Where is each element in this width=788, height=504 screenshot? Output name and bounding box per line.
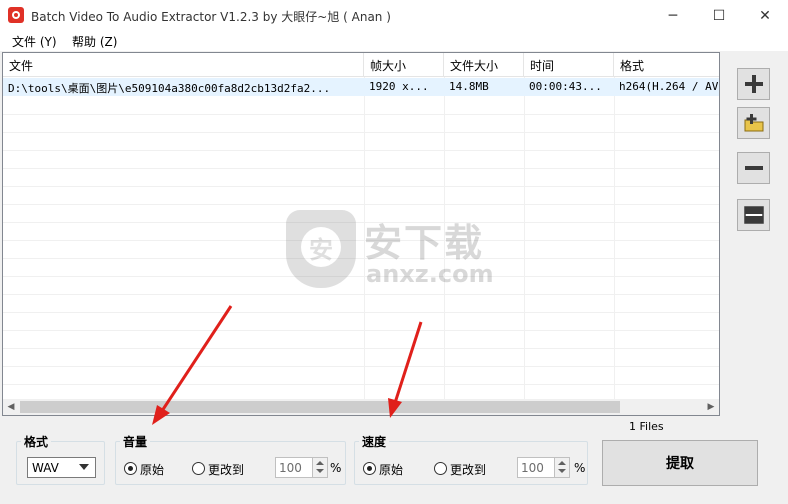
- grid-line: [3, 294, 719, 295]
- add-folder-button[interactable]: [737, 107, 770, 139]
- volume-percent-unit: %: [330, 461, 342, 475]
- volume-change-radio[interactable]: [192, 462, 205, 475]
- scroll-left-icon[interactable]: ◀: [3, 399, 19, 415]
- grid-line: [3, 114, 719, 115]
- app-icon: [8, 7, 24, 23]
- close-button[interactable]: ✕: [742, 0, 788, 31]
- speed-change-label[interactable]: 更改到: [450, 461, 486, 478]
- format-select-value: WAV: [32, 461, 59, 475]
- grid-line: [3, 312, 719, 313]
- menu-help[interactable]: 帮助 (Z): [72, 33, 117, 50]
- column-header-file[interactable]: 文件: [3, 53, 364, 77]
- volume-change-label[interactable]: 更改到: [208, 461, 244, 478]
- volume-spinner[interactable]: 100: [275, 457, 328, 478]
- cell-format: h264(H.264 / AV: [619, 80, 719, 93]
- scrollbar-thumb[interactable]: [20, 401, 620, 413]
- grid-line: [614, 77, 615, 399]
- volume-original-label[interactable]: 原始: [140, 461, 164, 478]
- remove-file-button[interactable]: [737, 152, 770, 184]
- minus-icon: [744, 166, 763, 170]
- spin-down-icon[interactable]: [558, 469, 566, 473]
- watermark: 安 安下载 anxz.com: [286, 210, 501, 290]
- grid-line: [524, 77, 525, 399]
- speed-spinner[interactable]: 100: [517, 457, 570, 478]
- speed-original-radio[interactable]: [363, 462, 376, 475]
- format-group: 格式 WAV: [16, 433, 105, 485]
- horizontal-scrollbar[interactable]: ◀ ▶: [3, 399, 719, 415]
- grid-line: [3, 204, 719, 205]
- speed-change-radio[interactable]: [434, 462, 447, 475]
- spin-down-icon[interactable]: [316, 469, 324, 473]
- volume-group-title: 音量: [120, 433, 151, 450]
- format-group-title: 格式: [21, 433, 52, 450]
- cell-duration: 00:00:43...: [529, 80, 602, 93]
- volume-group: 音量 原始 更改到 100 %: [115, 433, 346, 485]
- volume-value: 100: [279, 461, 302, 475]
- list-header: 文件 帧大小 文件大小 时间 格式: [3, 53, 719, 77]
- clear-list-button[interactable]: [737, 199, 770, 231]
- speed-spinner-buttons[interactable]: [554, 458, 569, 477]
- add-file-button[interactable]: [737, 68, 770, 100]
- folder-add-icon: [744, 114, 763, 132]
- extract-button[interactable]: 提取: [602, 440, 758, 486]
- speed-original-label[interactable]: 原始: [379, 461, 403, 478]
- scroll-right-icon[interactable]: ▶: [703, 399, 719, 415]
- grid-line: [3, 132, 719, 133]
- watermark-title: 安下载: [364, 221, 485, 265]
- speed-value: 100: [521, 461, 544, 475]
- menu-file[interactable]: 文件 (Y): [12, 33, 57, 50]
- menu-bar: 文件 (Y) 帮助 (Z): [0, 31, 788, 51]
- column-header-file-size[interactable]: 文件大小: [444, 53, 524, 77]
- speed-group-title: 速度: [359, 433, 390, 450]
- spin-up-icon[interactable]: [316, 461, 324, 465]
- column-header-format[interactable]: 格式: [614, 53, 719, 77]
- format-select[interactable]: WAV: [27, 457, 96, 478]
- table-row[interactable]: D:\tools\桌面\图片\e509104a380c00fa8d2cb13d2…: [3, 78, 719, 96]
- speed-percent-unit: %: [574, 461, 586, 475]
- cell-frame-size: 1920 x...: [369, 80, 429, 93]
- grid-line: [3, 366, 719, 367]
- column-header-frame-size[interactable]: 帧大小: [364, 53, 444, 77]
- maximize-button[interactable]: ☐: [696, 0, 742, 31]
- title-bar: Batch Video To Audio Extractor V1.2.3 by…: [0, 0, 788, 31]
- cell-file-size: 14.8MB: [449, 80, 489, 93]
- clear-list-icon: [743, 206, 764, 224]
- grid-line: [3, 168, 719, 169]
- chevron-down-icon: [79, 464, 89, 470]
- grid-line: [3, 348, 719, 349]
- watermark-subtitle: anxz.com: [366, 260, 494, 288]
- cell-file: D:\tools\桌面\图片\e509104a380c00fa8d2cb13d2…: [8, 82, 331, 95]
- volume-spinner-buttons[interactable]: [312, 458, 327, 477]
- spin-up-icon[interactable]: [558, 461, 566, 465]
- window-title: Batch Video To Audio Extractor V1.2.3 by…: [31, 10, 391, 24]
- volume-original-radio[interactable]: [124, 462, 137, 475]
- grid-line: [3, 150, 719, 151]
- speed-group: 速度 原始 更改到 100 %: [354, 433, 588, 485]
- watermark-glyph: 安: [301, 227, 341, 267]
- grid-line: [3, 330, 719, 331]
- grid-line: [3, 384, 719, 385]
- minimize-button[interactable]: ─: [650, 0, 696, 31]
- column-header-duration[interactable]: 时间: [524, 53, 614, 77]
- shield-icon: 安: [286, 210, 356, 288]
- files-count: 1 Files: [629, 420, 664, 433]
- plus-icon: [744, 75, 763, 93]
- grid-line: [3, 186, 719, 187]
